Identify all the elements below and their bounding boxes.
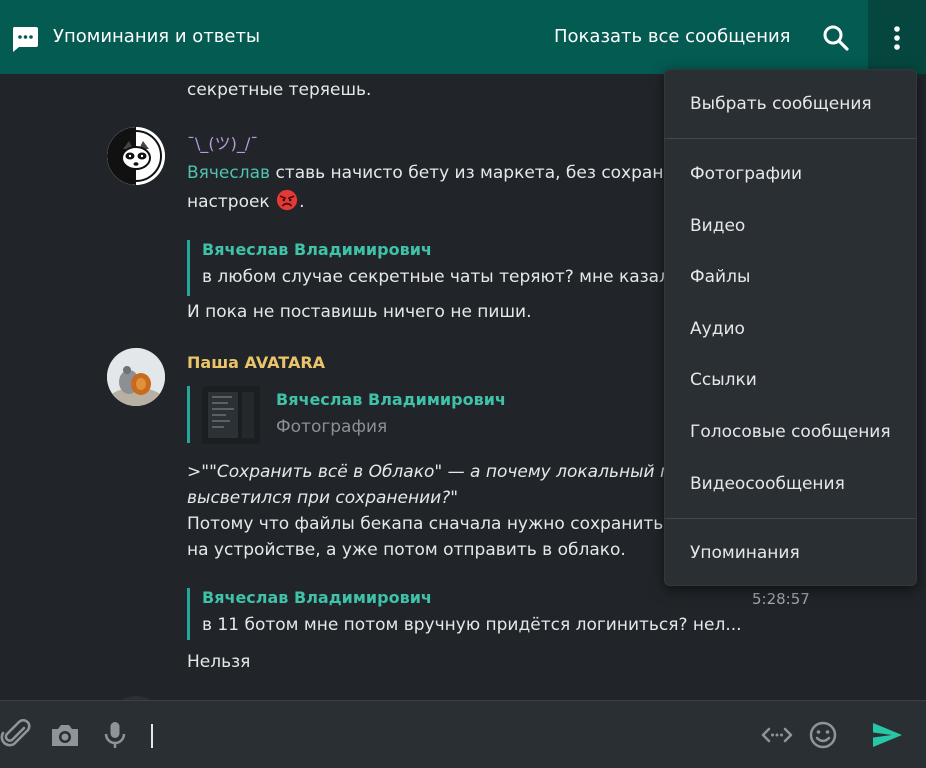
quote-text: ""Сохранить всё в Облако" — а почему лок… — [201, 462, 692, 482]
microphone-icon[interactable] — [98, 718, 132, 752]
menu-item-audio[interactable]: Аудио — [690, 319, 745, 339]
photo-thumbnail — [202, 386, 260, 444]
reply-author: Вячеслав Владимирович — [202, 588, 432, 607]
avatar[interactable] — [107, 348, 165, 406]
reply-quote[interactable]: Вячеслав Владимирович в любом случае сек… — [187, 240, 680, 296]
reply-author: Вячеслав Владимирович — [276, 390, 506, 409]
code-icon[interactable] — [760, 718, 794, 752]
message-text: на устройстве, а уже потом отправить в о… — [187, 540, 626, 560]
reply-text: в любом случае секретные чаты теряют? мн… — [202, 267, 681, 287]
menu-item-files[interactable]: Файлы — [690, 267, 750, 287]
message-timestamp: 5:28:57 — [752, 590, 810, 608]
menu-divider — [665, 138, 916, 139]
reply-attachment-label: Фотография — [276, 417, 388, 437]
page-title: Упоминания и ответы — [53, 26, 261, 47]
top-bar: Упоминания и ответы Показать все сообщен… — [0, 0, 926, 74]
camera-icon[interactable] — [48, 718, 82, 752]
message-text-rest: ставь начисто бету из маркета, без сохра… — [270, 163, 674, 183]
reply-text: в 11 ботом мне потом вручную придётся ло… — [202, 615, 742, 635]
reply-quote[interactable]: Вячеслав Владимирович Фотография — [187, 386, 507, 444]
menu-divider — [665, 518, 916, 519]
menu-item-select-messages[interactable]: Выбрать сообщения — [690, 94, 872, 114]
menu-item-video[interactable]: Видео — [690, 216, 745, 236]
quote-text: высветился при сохранении?" — [187, 488, 459, 508]
more-options-menu: Выбрать сообщения Фотографии Видео Файлы… — [664, 69, 917, 586]
more-vertical-icon[interactable] — [880, 20, 914, 56]
image-icon — [202, 386, 260, 444]
mention-link[interactable]: Вячеслав — [187, 163, 270, 183]
message-author[interactable]: Паша AVATARA — [187, 353, 325, 372]
message-text: настроек . — [187, 189, 305, 212]
chat-icon — [12, 27, 38, 52]
message-text: Вячеслав ставь начисто бету из маркета, … — [187, 163, 674, 183]
angry-face-icon — [277, 189, 298, 211]
menu-item-mentions[interactable]: Упоминания — [690, 543, 800, 563]
send-icon[interactable] — [870, 718, 904, 752]
menu-item-voice-messages[interactable]: Голосовые сообщения — [690, 422, 891, 442]
menu-item-links[interactable]: Ссылки — [690, 370, 757, 390]
message-author[interactable]: ¯\_(ツ)_/¯ — [187, 130, 258, 154]
raccoon-avatar-icon — [107, 127, 165, 185]
user-photo-icon — [107, 348, 165, 406]
message-text: И пока не поставишь ничего не пиши. — [187, 302, 532, 322]
message-text: Потому что файлы бекапа сначала нужно со… — [187, 514, 678, 534]
message-input[interactable] — [151, 724, 153, 748]
message-text-line: настроек — [187, 192, 270, 212]
emoji-icon[interactable] — [806, 718, 840, 752]
message-text: >""Сохранить всё в Облако" — а почему ло… — [187, 462, 691, 482]
menu-item-photos[interactable]: Фотографии — [690, 164, 802, 184]
menu-item-video-messages[interactable]: Видеосообщения — [690, 474, 845, 494]
quote-prefix: > — [187, 462, 202, 482]
show-all-messages-button[interactable]: Показать все сообщения — [554, 26, 791, 47]
search-icon[interactable] — [818, 20, 854, 56]
message-composer — [0, 700, 926, 768]
message-text: секретные теряешь. — [187, 80, 372, 100]
avatar[interactable] — [107, 127, 165, 185]
attach-icon[interactable] — [0, 718, 34, 752]
reply-author: Вячеслав Владимирович — [202, 240, 432, 259]
message-text: Нельзя — [187, 652, 251, 672]
reply-quote[interactable]: Вячеслав Владимирович в 11 ботом мне пот… — [187, 588, 742, 640]
